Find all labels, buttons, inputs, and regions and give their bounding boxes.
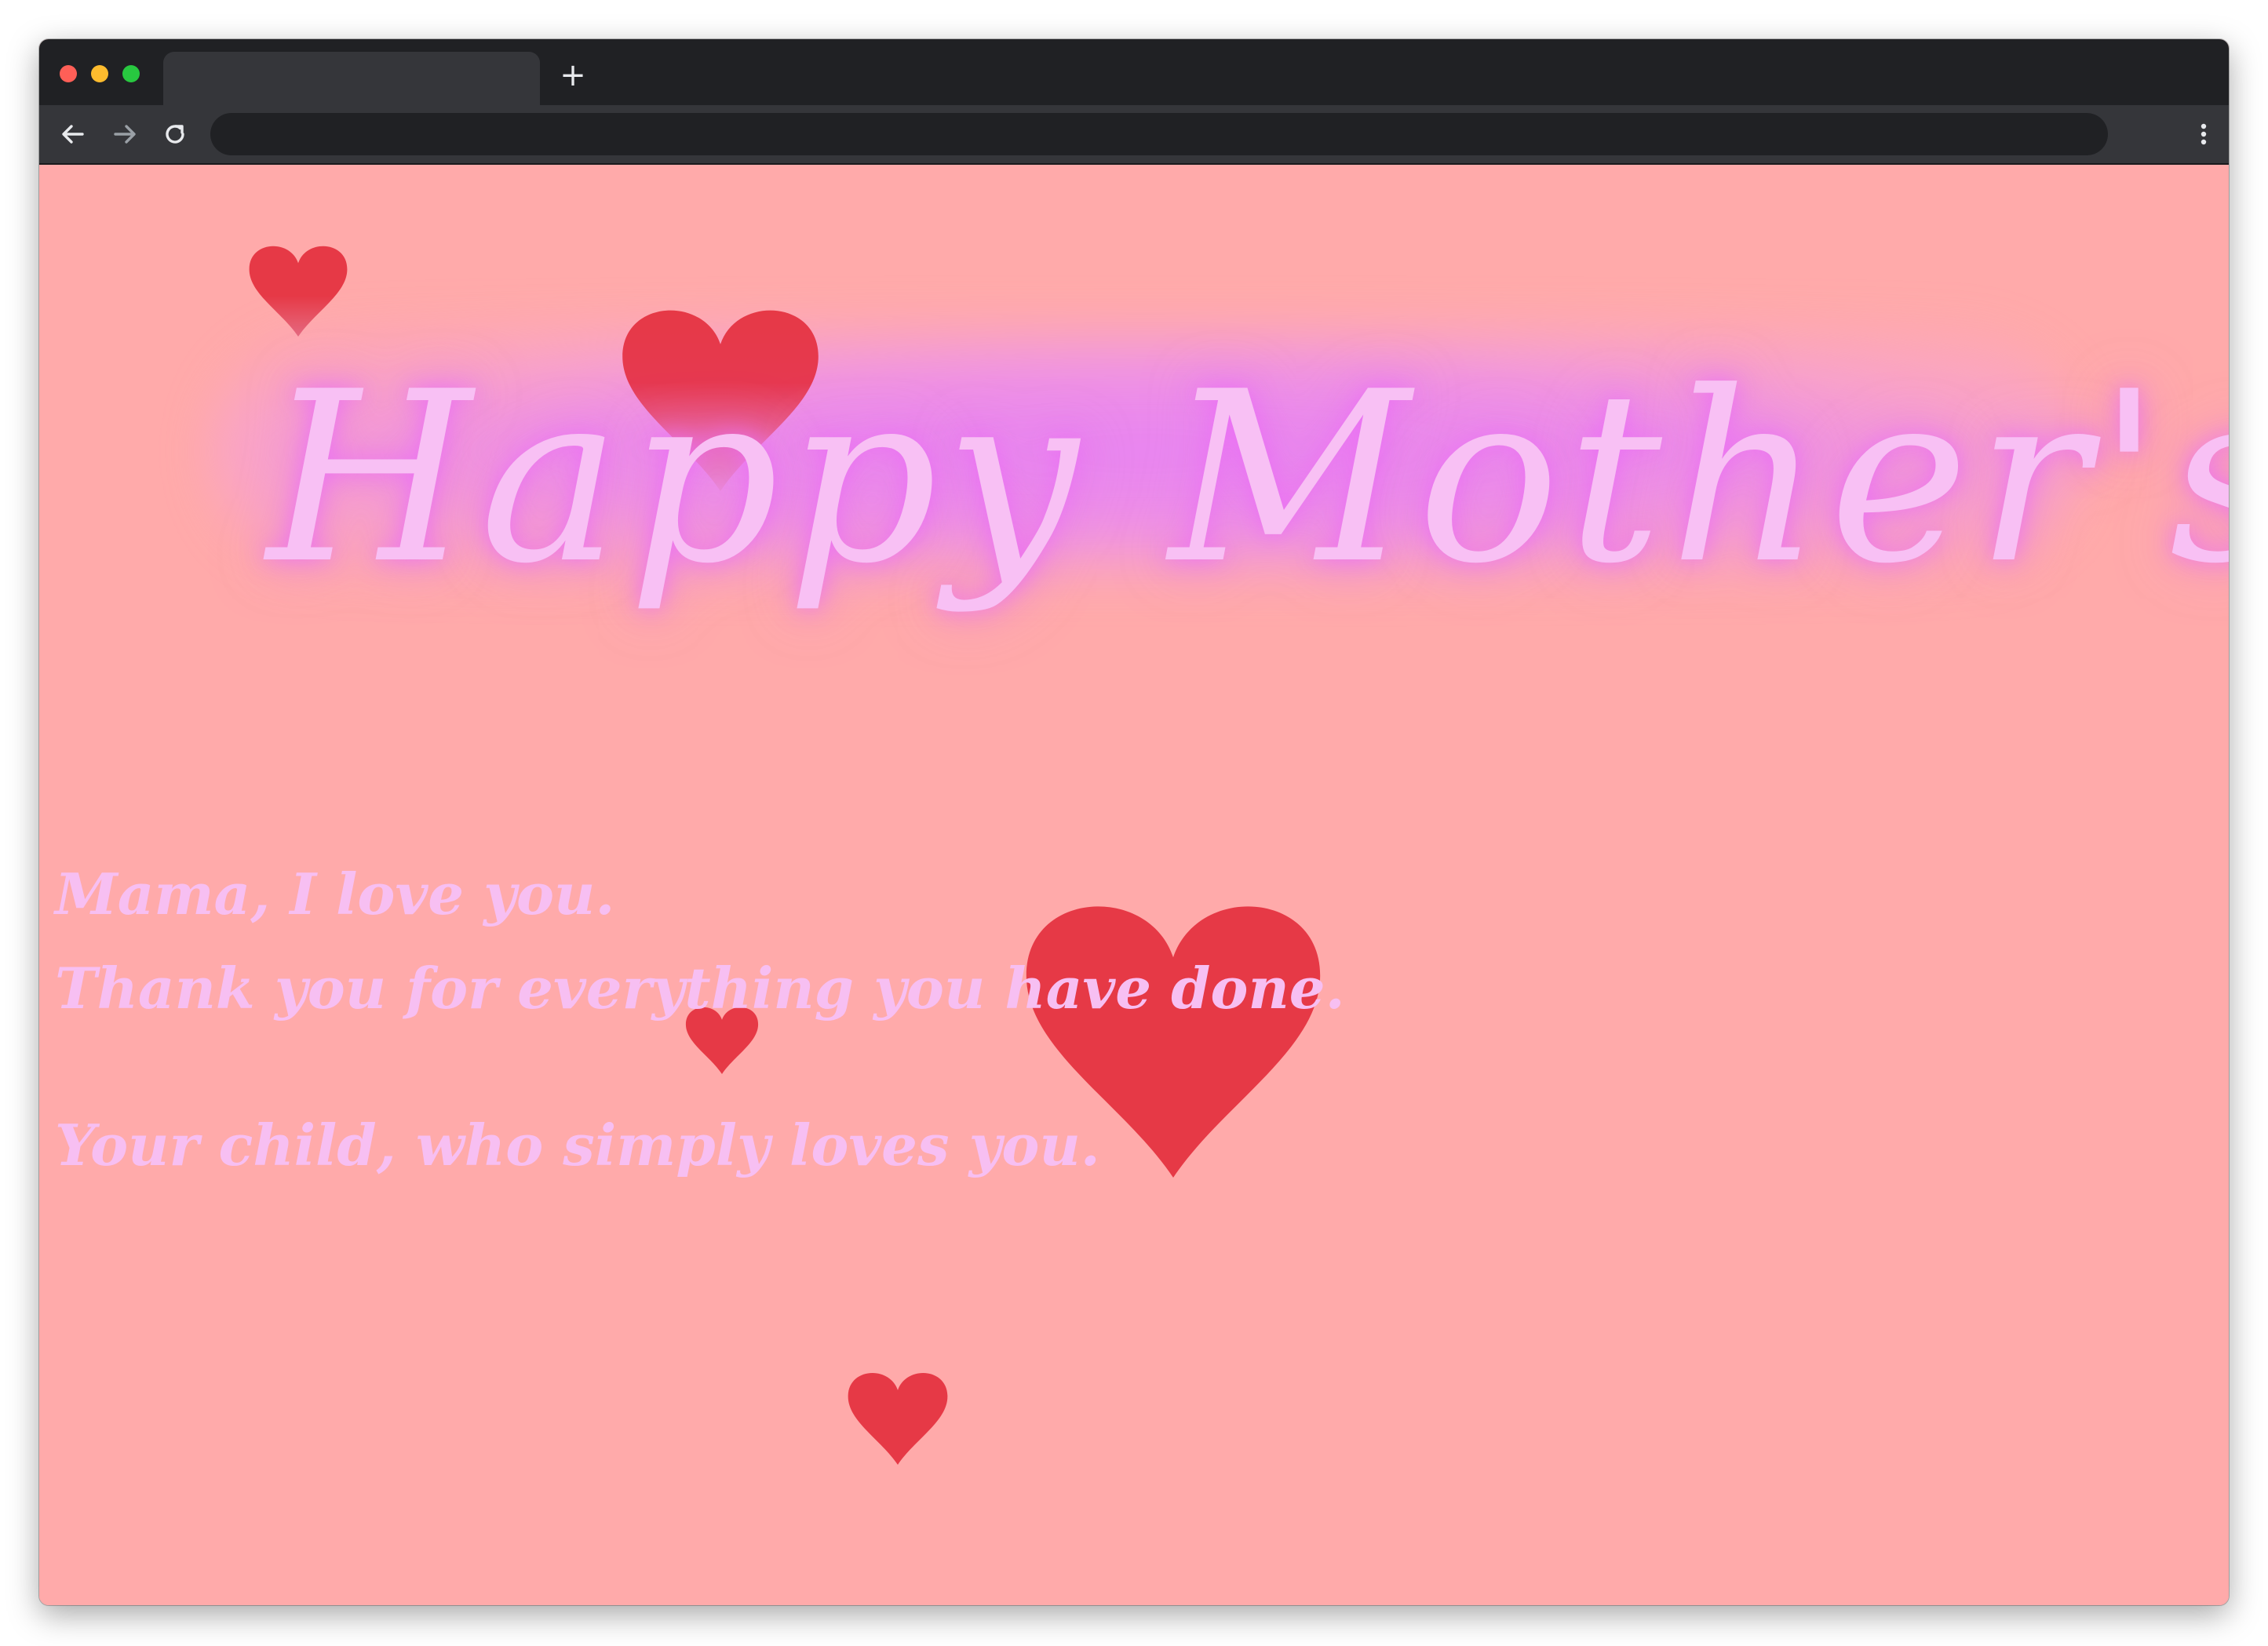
page-title: Happy Mother's Day — [267, 341, 2229, 615]
new-tab-button[interactable]: + — [557, 60, 589, 91]
kebab-menu-icon — [2201, 123, 2207, 145]
signature-line: Your child, who simply loves you. — [55, 1112, 1100, 1178]
browser-toolbar — [39, 105, 2229, 165]
address-bar[interactable] — [210, 113, 2108, 155]
reload-icon — [166, 125, 184, 144]
back-button[interactable] — [57, 118, 89, 151]
arrow-left-icon — [62, 125, 84, 144]
close-window-button[interactable] — [60, 65, 77, 82]
title-bar: + — [39, 39, 2229, 105]
message-line-2: Thank you for everything you have done. — [55, 955, 1345, 1021]
minimize-window-button[interactable] — [91, 65, 108, 82]
reload-button[interactable] — [159, 118, 191, 151]
browser-menu-button[interactable] — [2196, 118, 2211, 151]
arrow-right-icon — [114, 125, 136, 144]
heart-icon — [249, 246, 348, 337]
browser-window: + Happy Mother's Mama, I love you. Thank… — [39, 39, 2229, 1605]
heart-icon — [848, 1373, 948, 1465]
browser-tab[interactable] — [163, 52, 540, 105]
forward-button[interactable] — [108, 118, 141, 151]
maximize-window-button[interactable] — [122, 65, 140, 82]
page-content: Happy Mother's Day Mama, I love you. Tha… — [39, 165, 2229, 1605]
message-line-1: Mama, I love you. — [55, 861, 615, 927]
